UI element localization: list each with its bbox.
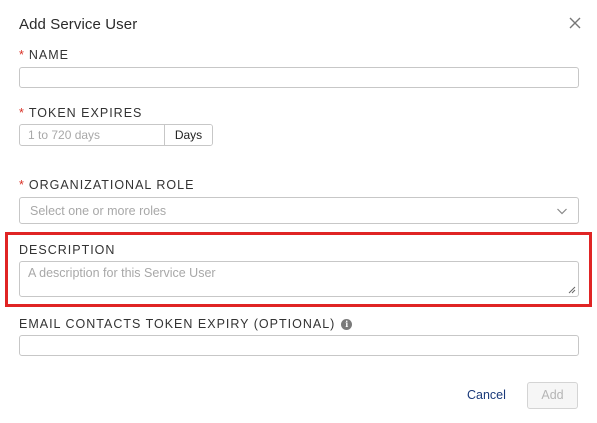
close-icon	[569, 17, 581, 29]
required-marker: *	[19, 48, 24, 62]
organizational-role-select[interactable]: Select one or more roles	[19, 197, 579, 224]
description-placeholder: A description for this Service User	[28, 266, 216, 280]
token-expires-input[interactable]: 1 to 720 days	[20, 125, 165, 145]
required-marker: *	[19, 178, 24, 192]
token-expires-group: 1 to 720 days Days	[19, 124, 213, 146]
email-contacts-label-text: EMAIL CONTACTS TOKEN EXPIRY (OPTIONAL)	[19, 317, 336, 331]
email-contacts-input[interactable]	[19, 335, 579, 356]
add-service-user-dialog: Add Service User * NAME * TOKEN EXPIRES 1 …	[0, 0, 597, 423]
chevron-down-icon	[557, 208, 567, 215]
cancel-button[interactable]: Cancel	[467, 388, 506, 402]
days-unit-addon: Days	[165, 125, 212, 145]
organizational-role-label: * ORGANIZATIONAL ROLE	[19, 178, 194, 192]
email-contacts-label: EMAIL CONTACTS TOKEN EXPIRY (OPTIONAL) i	[19, 317, 353, 331]
name-label: * NAME	[19, 48, 69, 62]
name-label-text: NAME	[28, 48, 69, 62]
info-icon[interactable]: i	[341, 319, 353, 330]
resize-handle-icon[interactable]	[568, 286, 576, 294]
token-expires-label: * TOKEN EXPIRES	[19, 106, 142, 120]
name-input[interactable]	[19, 67, 579, 88]
description-textarea[interactable]: A description for this Service User	[19, 261, 579, 297]
organizational-role-label-text: ORGANIZATIONAL ROLE	[28, 178, 195, 192]
token-expires-label-text: TOKEN EXPIRES	[28, 106, 143, 120]
role-select-placeholder: Select one or more roles	[30, 204, 167, 218]
required-marker: *	[19, 106, 24, 120]
add-button[interactable]: Add	[527, 382, 578, 409]
description-label: DESCRIPTION	[19, 243, 116, 257]
dialog-title: Add Service User	[19, 16, 138, 33]
close-button[interactable]	[566, 14, 584, 32]
